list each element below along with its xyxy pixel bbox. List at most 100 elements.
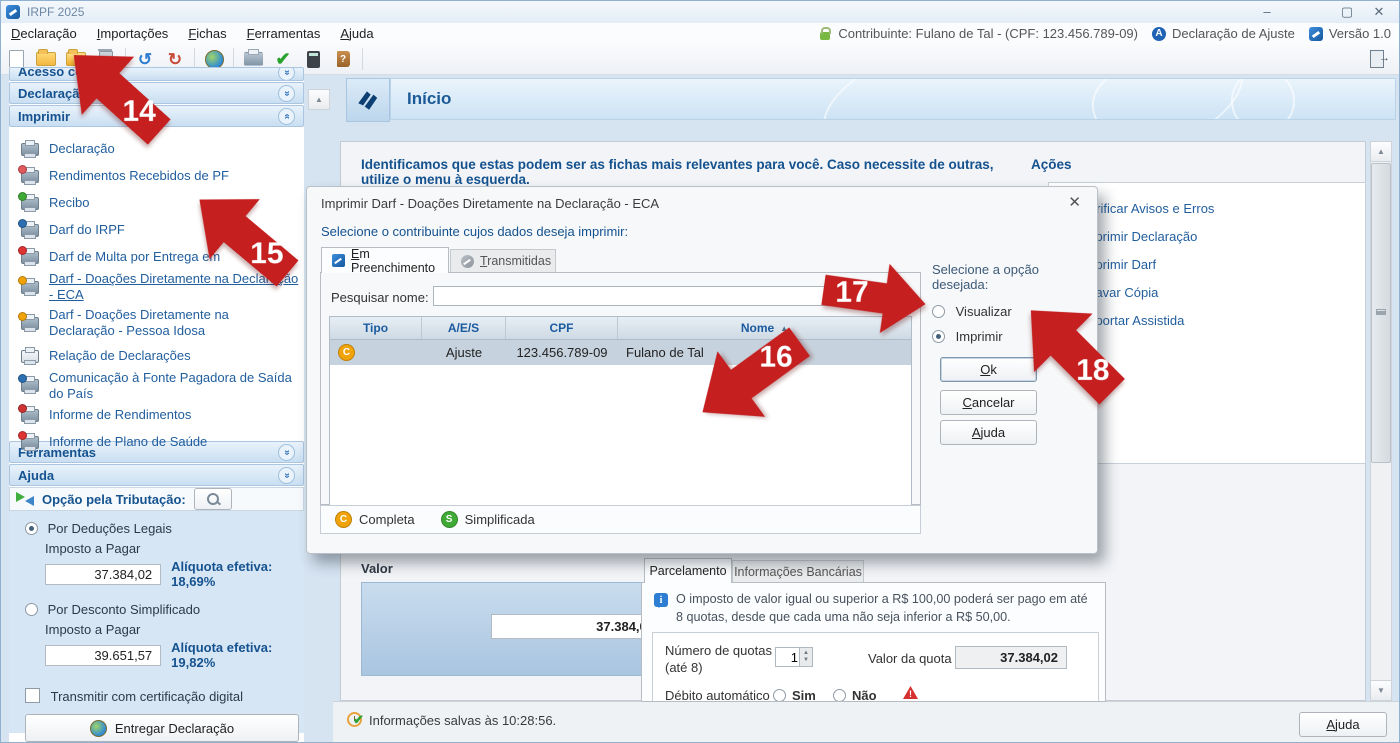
radio-deducoes-legais[interactable] <box>25 522 38 535</box>
arrow-number: 16 <box>759 341 792 375</box>
chevron-collapse-icon[interactable]: » <box>278 467 295 484</box>
sidebar-item-darf-pessoa-idosa[interactable]: Darf - Doações Diretamente na Declaração… <box>21 304 291 343</box>
tab-informacoes-bancarias[interactable]: Informações Bancárias <box>732 560 864 583</box>
statusbar-ajuda-button[interactable]: Ajuda <box>1299 712 1387 737</box>
sidebar-item-label[interactable]: Comunicação à Fonte Pagadora de Saída do… <box>49 370 304 403</box>
page-banner: Início <box>390 78 1396 120</box>
chevron-expand-icon[interactable]: » <box>278 108 295 125</box>
radio-desconto-simplificado[interactable] <box>25 603 38 616</box>
table-empty-area <box>330 365 911 516</box>
dialog-legend: C Completa S Simplificada <box>320 505 921 534</box>
sidebar-item-relacao[interactable]: Relação de Declarações <box>21 343 304 370</box>
entregar-declaracao-button[interactable]: Entregar Declaração <box>25 714 299 742</box>
chevron-collapse-icon[interactable]: » <box>278 444 295 461</box>
sidebar-item-label[interactable]: Darf de Multa por Entrega em <box>49 249 220 265</box>
irpf-logo-icon <box>6 5 20 19</box>
sidebar-item-label[interactable]: Informe de Rendimentos <box>49 407 191 423</box>
legend-simplificada: S Simplificada <box>441 511 535 528</box>
deducoes-row: 37.384,02 Alíquota efetiva: 18,69% <box>45 559 304 589</box>
column-tipo[interactable]: Tipo <box>330 317 422 339</box>
close-button[interactable]: ✕ <box>1365 4 1393 20</box>
tab-transmitidas[interactable]: Transmitidas <box>450 249 556 273</box>
column-cpf[interactable]: CPF <box>506 317 618 339</box>
cancelar-button[interactable]: Cancelar <box>940 390 1037 415</box>
dialog-ajuda-button[interactable]: Ajuda <box>940 420 1037 445</box>
tab-parcelamento[interactable]: Parcelamento <box>644 558 732 583</box>
imposto-deducoes-field: 37.384,02 <box>45 564 161 585</box>
quotas-value: 1 <box>791 650 798 665</box>
sidebar-item-label[interactable]: Relação de Declarações <box>49 348 191 364</box>
scroll-up-icon[interactable]: ▲ <box>1371 142 1391 162</box>
printer-icon <box>21 143 39 156</box>
radio-imprimir[interactable] <box>932 330 945 343</box>
imposto-a-pagar-label: Imposto a Pagar <box>45 622 304 637</box>
tab-label: Transmitidas <box>480 254 551 268</box>
scrollbar-thumb[interactable] <box>1371 163 1391 463</box>
new-document-icon <box>9 50 24 69</box>
cell-cpf: 123.456.789-09 <box>506 340 618 365</box>
printer-icon <box>244 52 263 66</box>
debito-nao-label: Não <box>852 688 877 702</box>
search-label: Pesquisar nome: <box>331 290 429 305</box>
completa-icon: C <box>335 511 352 528</box>
sidebar-item-label[interactable]: Declaração <box>49 141 115 157</box>
sidebar-section-ajuda[interactable]: Ajuda » <box>9 464 304 486</box>
search-icon <box>207 493 219 505</box>
search-taxation-button[interactable] <box>194 488 232 510</box>
printer-icon <box>21 436 39 449</box>
imposto-a-pagar-label: Imposto a Pagar <box>45 541 304 556</box>
acoes-header: Ações <box>1031 157 1072 172</box>
sidebar-item-label[interactable]: Darf - Doações Diretamente na Declaração… <box>49 307 291 340</box>
minimize-button[interactable]: – <box>1253 4 1281 19</box>
sidebar-item-label[interactable]: Recibo <box>49 195 89 211</box>
menu-declaracao[interactable]: Declaração <box>1 26 87 41</box>
banner-wave-decoration <box>1231 78 1295 120</box>
printer-icon <box>21 317 39 330</box>
imposto-simplificado-field: 39.651,57 <box>45 645 161 666</box>
menu-fichas[interactable]: Fichas <box>178 26 236 41</box>
main-scrollbar[interactable]: ▲ ▼ <box>1370 141 1392 701</box>
tab-em-preenchimento[interactable]: Em Preenchimento <box>321 247 449 273</box>
printer-icon <box>21 409 39 422</box>
saved-clock-icon <box>347 712 362 727</box>
opcao-tributacao-label: Opção pela Tributação: <box>42 492 186 507</box>
tab-label: Em Preenchimento <box>351 247 438 275</box>
sidebar-item-rendimentos-pf[interactable]: Rendimentos Recebidos de PF <box>21 163 304 190</box>
warning-icon: ! <box>903 686 918 699</box>
quota-valor-label: Valor da quota <box>868 651 952 666</box>
legend-completa: C Completa <box>335 511 415 528</box>
simplificado-row: 39.651,57 Alíquota efetiva: 19,82% <box>45 640 304 670</box>
chevron-collapse-icon[interactable]: » <box>278 85 295 102</box>
printer-icon <box>21 251 39 264</box>
exit-button[interactable] <box>1363 46 1391 72</box>
button-label: Ajuda <box>972 425 1005 440</box>
checkbox-certificacao-digital[interactable] <box>25 688 40 703</box>
printer-icon <box>21 379 39 392</box>
radio-debito-sim[interactable] <box>773 689 786 702</box>
radio-label: Imprimir <box>956 329 1003 344</box>
sidebar-item-label[interactable]: Rendimentos Recebidos de PF <box>49 168 229 184</box>
scroll-down-icon[interactable]: ▼ <box>1371 680 1391 700</box>
radio-label: Por Desconto Simplificado <box>48 602 200 617</box>
sidebar-item-label[interactable]: Darf do IRPF <box>49 222 125 238</box>
menu-ajuda[interactable]: Ajuda <box>330 26 383 41</box>
help-book-button[interactable]: ? <box>329 46 357 72</box>
printer-icon <box>21 224 39 237</box>
dialog-close-icon[interactable]: ✕ <box>1068 193 1081 211</box>
sidebar-scroll-up[interactable]: ▲ <box>308 89 330 110</box>
stepper-arrows-icon[interactable]: ▲▼ <box>799 648 812 666</box>
radio-visualizar[interactable] <box>932 305 945 318</box>
info-icon: i <box>654 593 668 607</box>
maximize-button[interactable]: ▢ <box>1333 4 1361 20</box>
callout-arrow-17: 17 <box>818 252 931 342</box>
column-aes[interactable]: A/E/S <box>422 317 506 339</box>
radio-debito-nao[interactable] <box>833 689 846 702</box>
sidebar-item-informe-rendimentos[interactable]: Informe de Rendimentos <box>21 402 304 429</box>
sidebar-item-declaracao[interactable]: Declaração <box>21 136 304 163</box>
menu-ferramentas[interactable]: Ferramentas <box>237 26 331 41</box>
aliquota-simplificado: Alíquota efetiva: 19,82% <box>171 640 304 670</box>
quotas-stepper[interactable]: 1 ▲▼ <box>775 647 813 667</box>
button-label: Cancelar <box>962 395 1014 410</box>
sidebar-item-comunicacao-saida[interactable]: Comunicação à Fonte Pagadora de Saída do… <box>21 370 304 403</box>
table-row[interactable]: C Ajuste 123.456.789-09 Fulano de Tal <box>330 340 911 365</box>
